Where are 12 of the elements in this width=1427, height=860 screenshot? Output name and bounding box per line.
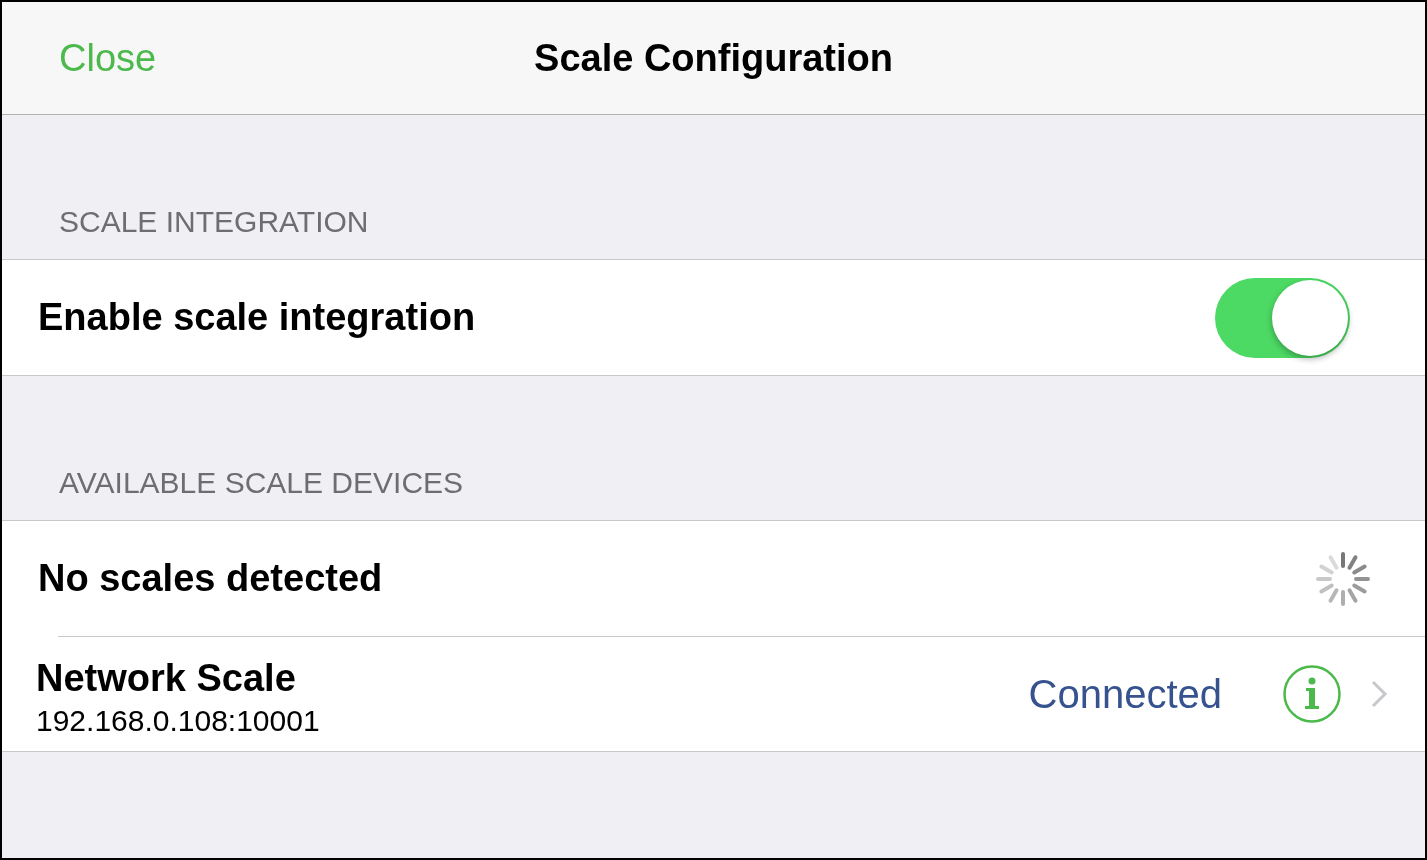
- window-title: Scale Configuration: [534, 36, 893, 80]
- device-address: 192.168.0.108:10001: [36, 703, 321, 738]
- info-icon[interactable]: [1282, 664, 1342, 724]
- chevron-right-icon: [1370, 679, 1388, 709]
- close-button[interactable]: Close: [59, 36, 157, 80]
- section-header: AVAILABLE SCALE DEVICES: [58, 465, 465, 501]
- setting-label: Enable scale integration: [38, 296, 477, 339]
- device-name: Network Scale: [36, 656, 297, 700]
- section-header: SCALE INTEGRATION: [58, 204, 370, 240]
- connection-status: Connected: [1028, 671, 1222, 717]
- toggle-switch[interactable]: [1215, 277, 1350, 358]
- status-label: No scales detected: [38, 557, 384, 600]
